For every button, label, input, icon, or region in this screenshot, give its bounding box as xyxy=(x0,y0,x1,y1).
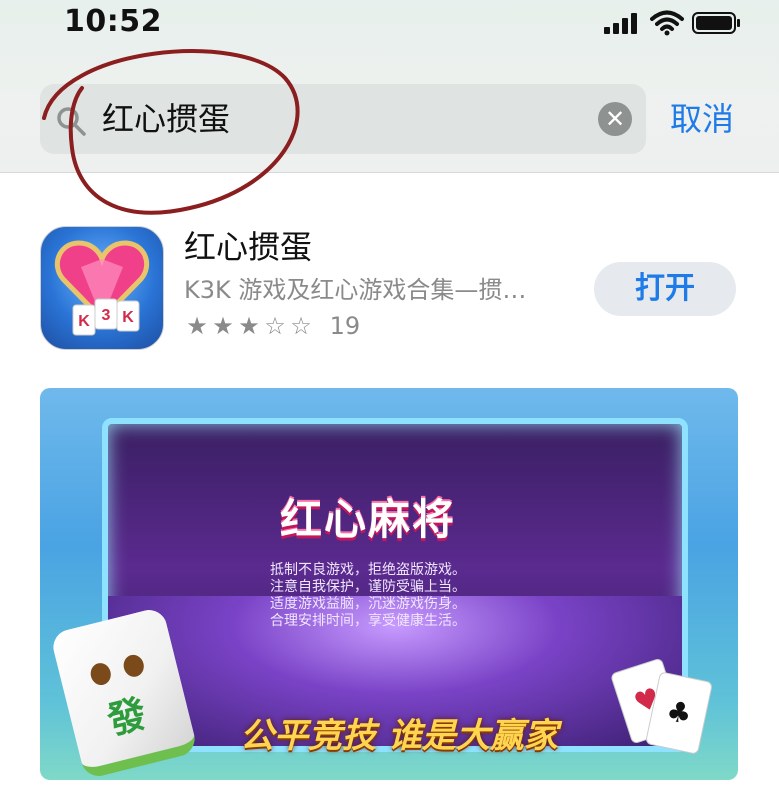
star-filled-icon: ★ xyxy=(186,312,208,340)
star-rating: ★ ★ ★ ☆ ☆ xyxy=(184,312,322,340)
icon-letter-k1: K xyxy=(78,313,90,330)
open-button[interactable]: 打开 xyxy=(594,262,736,316)
app-rating: ★ ★ ★ ☆ ☆ 19 xyxy=(184,312,360,340)
star-empty-icon: ☆ xyxy=(264,312,286,340)
search-field[interactable]: 红心掼蛋 ✕ xyxy=(40,84,646,154)
notice-line: 适度游戏益脑，沉迷游戏伤身。 xyxy=(270,596,466,612)
heart-gem-icon: K 3 K xyxy=(55,240,149,336)
battery-icon xyxy=(692,12,740,34)
app-subtitle: K3K 游戏及红心游戏合集—掼… xyxy=(184,276,527,304)
search-icon xyxy=(57,107,86,136)
app-title[interactable]: 红心掼蛋 xyxy=(184,222,312,268)
star-filled-icon: ★ xyxy=(238,312,260,340)
app-screenshot-preview[interactable]: 红心麻将 抵制不良游戏，拒绝盗版游戏。 注意自我保护，谨防受骗上当。 适度游戏益… xyxy=(40,388,738,780)
mascot-eye-icon xyxy=(121,652,147,679)
notice-line: 抵制不良游戏，拒绝盗版游戏。 xyxy=(270,562,466,578)
search-input[interactable]: 红心掼蛋 xyxy=(102,98,230,140)
game-slogan: 公平竞技 谁是大赢家 xyxy=(240,716,558,756)
cellular-signal-icon xyxy=(604,13,637,34)
app-result-row[interactable]: K 3 K 红心掼蛋 K3K 游戏及红心游戏合集—掼… ★ ★ ★ ☆ ☆ 19 打开 xyxy=(0,172,779,372)
cancel-button[interactable]: 取消 xyxy=(670,98,734,140)
status-time: 10:52 xyxy=(64,4,162,39)
star-filled-icon: ★ xyxy=(212,312,234,340)
close-icon: ✕ xyxy=(604,105,626,133)
app-icon[interactable]: K 3 K xyxy=(40,226,164,350)
clear-search-button[interactable]: ✕ xyxy=(598,102,632,136)
tile-character: 發 xyxy=(103,691,151,743)
notice-line: 合理安排时间，享受健康生活。 xyxy=(270,613,466,629)
notice-line: 注意自我保护，谨防受骗上当。 xyxy=(270,579,466,595)
icon-letter-k2: K xyxy=(122,309,134,326)
icon-letter-3: 3 xyxy=(102,307,111,324)
wifi-icon xyxy=(650,10,684,36)
star-empty-icon: ☆ xyxy=(290,312,312,340)
rating-count: 19 xyxy=(329,312,361,340)
playing-cards-graphic: ♥ ♣ xyxy=(609,657,714,768)
game-title: 红心麻将 xyxy=(280,495,457,544)
mascot-eye-icon xyxy=(88,660,114,688)
header-area: 10:52 红心掼蛋 ✕ 取消 xyxy=(0,0,779,173)
health-notice: 抵制不良游戏，拒绝盗版游戏。 注意自我保护，谨防受骗上当。 适度游戏益脑，沉迷游… xyxy=(270,562,466,630)
